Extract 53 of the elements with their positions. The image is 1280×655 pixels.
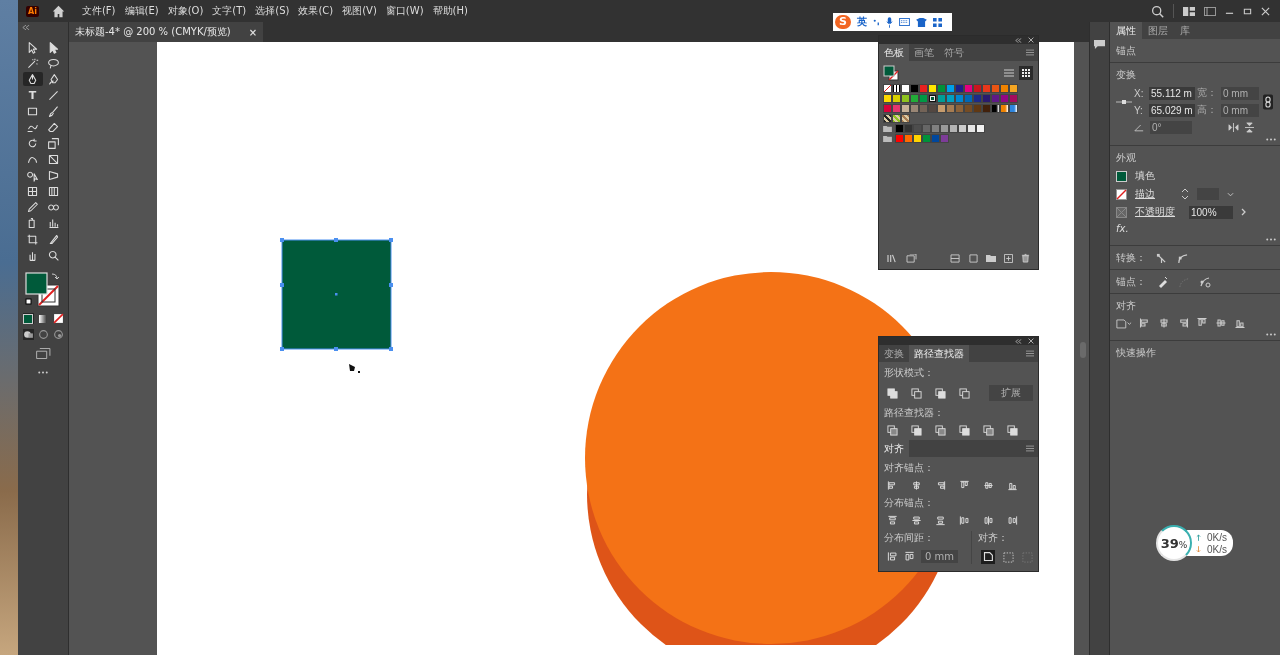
menu-item[interactable]: 效果(C) <box>298 4 334 18</box>
panel-tab[interactable]: 色板 <box>879 44 909 61</box>
section-label: 形状模式： <box>884 366 935 380</box>
menu-item[interactable]: 编辑(E) <box>124 4 159 18</box>
height-field[interactable]: 0 mm <box>1221 103 1259 117</box>
document-tab[interactable]: 未标题-4* @ 200 % (CMYK/预览) × <box>69 22 264 42</box>
type-tool[interactable]: T <box>22 88 43 102</box>
x-field[interactable]: 55.112 m <box>1149 86 1195 100</box>
language-toggle[interactable]: 英 <box>856 15 867 29</box>
section-label: 对齐锚点： <box>884 461 935 475</box>
download-speed: 0K/s <box>1207 543 1227 555</box>
menu-item[interactable]: 帮助(H) <box>432 4 468 18</box>
section-title: 对齐 <box>1116 299 1137 313</box>
tab-close-button[interactable]: × <box>248 26 258 38</box>
effects-button[interactable]: fx. <box>1116 223 1276 234</box>
section-title: 变换 <box>1116 68 1137 82</box>
panel-tab[interactable]: 库 <box>1174 22 1196 39</box>
section-label: 路径查找器： <box>884 406 945 420</box>
section-label: 分布间距： <box>884 531 935 545</box>
panel-tab[interactable]: 属性 <box>1110 22 1142 39</box>
anchors-label: 锚点： <box>1116 275 1146 289</box>
section-label: 对齐： <box>978 531 1009 545</box>
section-title: 快速操作 <box>1116 346 1157 360</box>
field-label: X: <box>1134 87 1145 99</box>
menu-item[interactable]: 选择(S) <box>255 4 290 18</box>
panel-tab[interactable]: 符号 <box>939 44 969 61</box>
stroke-link[interactable]: 描边 <box>1135 187 1155 201</box>
angle-dropdown[interactable]: 0° <box>1150 121 1192 134</box>
menu-item[interactable]: 窗口(W) <box>385 4 424 18</box>
panel-tab[interactable]: 画笔 <box>909 44 939 61</box>
section-label: 分布锚点： <box>884 496 935 510</box>
fill-label: 填色 <box>1135 169 1155 183</box>
usage-percent: 39 <box>1160 536 1179 551</box>
panel-tab[interactable]: 图层 <box>1142 22 1174 39</box>
menu-item[interactable]: 对象(O) <box>167 4 204 18</box>
field-label: 宽： <box>1197 86 1218 100</box>
field-label: 高： <box>1197 103 1218 117</box>
selection-type-label: 锚点 <box>1116 44 1137 58</box>
percent-sign: % <box>1178 540 1188 550</box>
opacity-link[interactable]: 不透明度 <box>1135 205 1175 219</box>
menu-item[interactable]: 视图(V) <box>342 4 377 18</box>
convert-label: 转换： <box>1116 251 1146 265</box>
section-title: 外观 <box>1116 151 1137 165</box>
panel-tab[interactable]: 路径查找器 <box>909 345 969 362</box>
align-panel-tab[interactable]: 对齐 <box>879 440 909 457</box>
opacity-field[interactable]: 100% <box>1189 205 1233 219</box>
field-label: Y: <box>1134 104 1144 116</box>
y-field[interactable]: 65.029 m <box>1149 103 1195 117</box>
panel-tab[interactable]: 变换 <box>879 345 909 362</box>
menu-item[interactable]: 文字(T) <box>212 4 247 18</box>
upload-speed: 0K/s <box>1207 531 1227 543</box>
menu-item[interactable]: 文件(F) <box>81 4 116 18</box>
app-logo[interactable]: Ai <box>26 5 39 17</box>
